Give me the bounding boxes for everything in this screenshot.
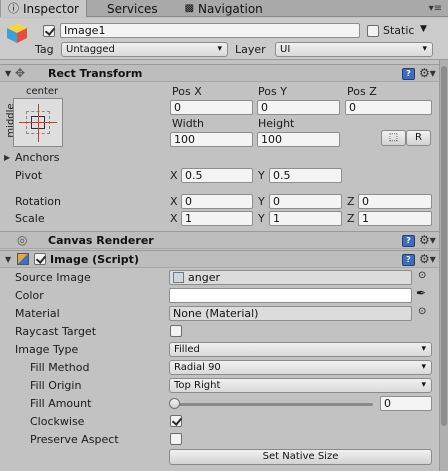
pivot-y-field[interactable]: 0.5 (269, 168, 342, 183)
pivot-x-field[interactable]: 0.5 (181, 168, 253, 183)
help-book-icon[interactable]: ? (402, 68, 415, 80)
canvas-renderer-header[interactable]: ◎ Canvas Renderer ? ⚙▾ (0, 231, 448, 249)
set-native-size-button[interactable]: Set Native Size (169, 449, 432, 465)
raycast-target-checkbox[interactable] (170, 325, 182, 337)
tab-bar: ⓘ Inspector Services ▩ Navigation ▾≡ (0, 0, 448, 17)
inspector-scrollbar[interactable] (439, 60, 448, 471)
fill-method-label: Fill Method (30, 361, 90, 374)
fill-method-dropdown[interactable]: Radial 90 (169, 360, 432, 375)
object-name-field[interactable]: Image1 (60, 23, 360, 38)
color-field[interactable] (169, 288, 412, 303)
pivot-x-axis-label: X (170, 169, 178, 182)
material-label: Material (15, 307, 60, 320)
canvas-renderer-icon: ◎ (17, 233, 28, 247)
gear-icon[interactable]: ⚙▾ (419, 252, 436, 266)
rotation-x-axis-label: X (170, 195, 178, 208)
preserve-aspect-checkbox[interactable] (170, 433, 182, 445)
material-field[interactable]: None (Material) (169, 306, 412, 321)
scrollbar-thumb[interactable] (441, 66, 447, 426)
rotation-label: Rotation (15, 195, 62, 208)
static-label: Static (383, 24, 415, 37)
anchors-label[interactable]: Anchors (15, 151, 60, 164)
rect-transform-header[interactable]: ▼ ✥ Rect Transform ? ⚙▾ (0, 64, 448, 82)
scale-y-axis-label: Y (258, 212, 265, 225)
object-header: Image1 Static ▼ Tag Untagged Layer UI (0, 18, 448, 60)
scale-x-axis-label: X (170, 212, 178, 225)
pos-z-field[interactable]: 0 (345, 100, 432, 115)
anchor-h-label: center (26, 86, 59, 97)
fill-amount-slider-handle[interactable] (169, 398, 180, 409)
sprite-icon (173, 272, 184, 283)
fill-amount-field[interactable]: 0 (380, 396, 432, 411)
pos-y-label: Pos Y (258, 85, 287, 98)
tab-services[interactable]: Services (87, 0, 165, 17)
scale-y-field[interactable]: 1 (269, 211, 342, 226)
preserve-aspect-label: Preserve Aspect (30, 433, 119, 446)
width-label: Width (172, 117, 204, 130)
raycast-target-label: Raycast Target (15, 325, 97, 338)
anchors-expand-icon[interactable]: ▶ (4, 153, 10, 162)
pos-z-label: Pos Z (347, 85, 377, 98)
pivot-label: Pivot (15, 169, 43, 182)
pos-x-label: Pos X (172, 85, 202, 98)
layer-dropdown[interactable]: UI (275, 42, 433, 57)
help-book-icon[interactable]: ? (402, 235, 415, 247)
fill-origin-dropdown[interactable]: Top Right (169, 378, 432, 393)
pos-x-field[interactable]: 0 (170, 100, 253, 115)
static-checkbox[interactable] (367, 25, 379, 37)
image-script-header[interactable]: ▼ Image (Script) ? ⚙▾ (0, 250, 448, 268)
pos-y-field[interactable]: 0 (257, 100, 340, 115)
color-label: Color (15, 289, 44, 302)
gear-icon[interactable]: ⚙▾ (419, 66, 436, 80)
navigation-icon: ▩ (184, 2, 195, 14)
layer-label: Layer (235, 43, 266, 56)
source-image-field[interactable]: anger (169, 270, 412, 285)
inspector-icon: ⓘ (8, 1, 19, 15)
image-type-dropdown[interactable]: Filled (169, 342, 432, 357)
gear-icon[interactable]: ⚙▾ (419, 233, 436, 247)
anchor-preset-button[interactable] (13, 98, 63, 147)
clockwise-checkbox[interactable] (170, 415, 182, 427)
blueprint-icon: ⬚ (388, 132, 399, 143)
scale-z-field[interactable]: 1 (358, 211, 432, 226)
tab-navigation[interactable]: ▩ Navigation (165, 0, 270, 17)
source-image-label: Source Image (15, 271, 91, 284)
tab-menu-icon[interactable]: ▾≡ (429, 3, 442, 14)
image-type-label: Image Type (15, 343, 79, 356)
width-field[interactable]: 100 (170, 132, 253, 147)
scale-z-axis-label: Z (347, 212, 355, 225)
rect-transform-icon: ✥ (15, 66, 26, 80)
gameobject-cube-icon (7, 23, 27, 43)
rotation-y-field[interactable]: 0 (269, 194, 342, 209)
collapse-triangle-icon[interactable]: ▼ (5, 69, 11, 78)
scale-x-field[interactable]: 1 (181, 211, 253, 226)
rotation-z-field[interactable]: 0 (358, 194, 432, 209)
pivot-y-axis-label: Y (258, 169, 265, 182)
help-book-icon[interactable]: ? (402, 254, 415, 266)
active-checkbox[interactable] (43, 25, 55, 37)
material-picker-icon[interactable]: ⊙ (418, 306, 426, 317)
height-label: Height (258, 117, 295, 130)
image-enabled-checkbox[interactable] (34, 253, 46, 265)
clockwise-label: Clockwise (30, 415, 85, 428)
blueprint-mode-button[interactable]: ⬚ (381, 130, 406, 146)
static-dropdown-icon[interactable]: ▼ (420, 24, 427, 34)
rotation-z-axis-label: Z (347, 195, 355, 208)
fill-amount-label: Fill Amount (30, 397, 92, 410)
tag-dropdown[interactable]: Untagged (61, 42, 228, 57)
tag-label: Tag (35, 43, 54, 56)
fill-origin-label: Fill Origin (30, 379, 82, 392)
collapse-triangle-icon[interactable]: ▼ (5, 255, 11, 264)
rotation-y-axis-label: Y (258, 195, 265, 208)
scale-label: Scale (15, 212, 45, 225)
raw-edit-button[interactable]: R (406, 130, 431, 146)
object-picker-icon[interactable]: ⊙ (418, 270, 426, 281)
height-field[interactable]: 100 (257, 132, 340, 147)
fill-amount-slider-track[interactable] (173, 403, 373, 406)
image-component-icon (17, 253, 29, 265)
tab-inspector[interactable]: ⓘ Inspector (0, 0, 87, 17)
rotation-x-field[interactable]: 0 (181, 194, 253, 209)
eyedropper-icon[interactable]: ✒ (416, 286, 426, 300)
